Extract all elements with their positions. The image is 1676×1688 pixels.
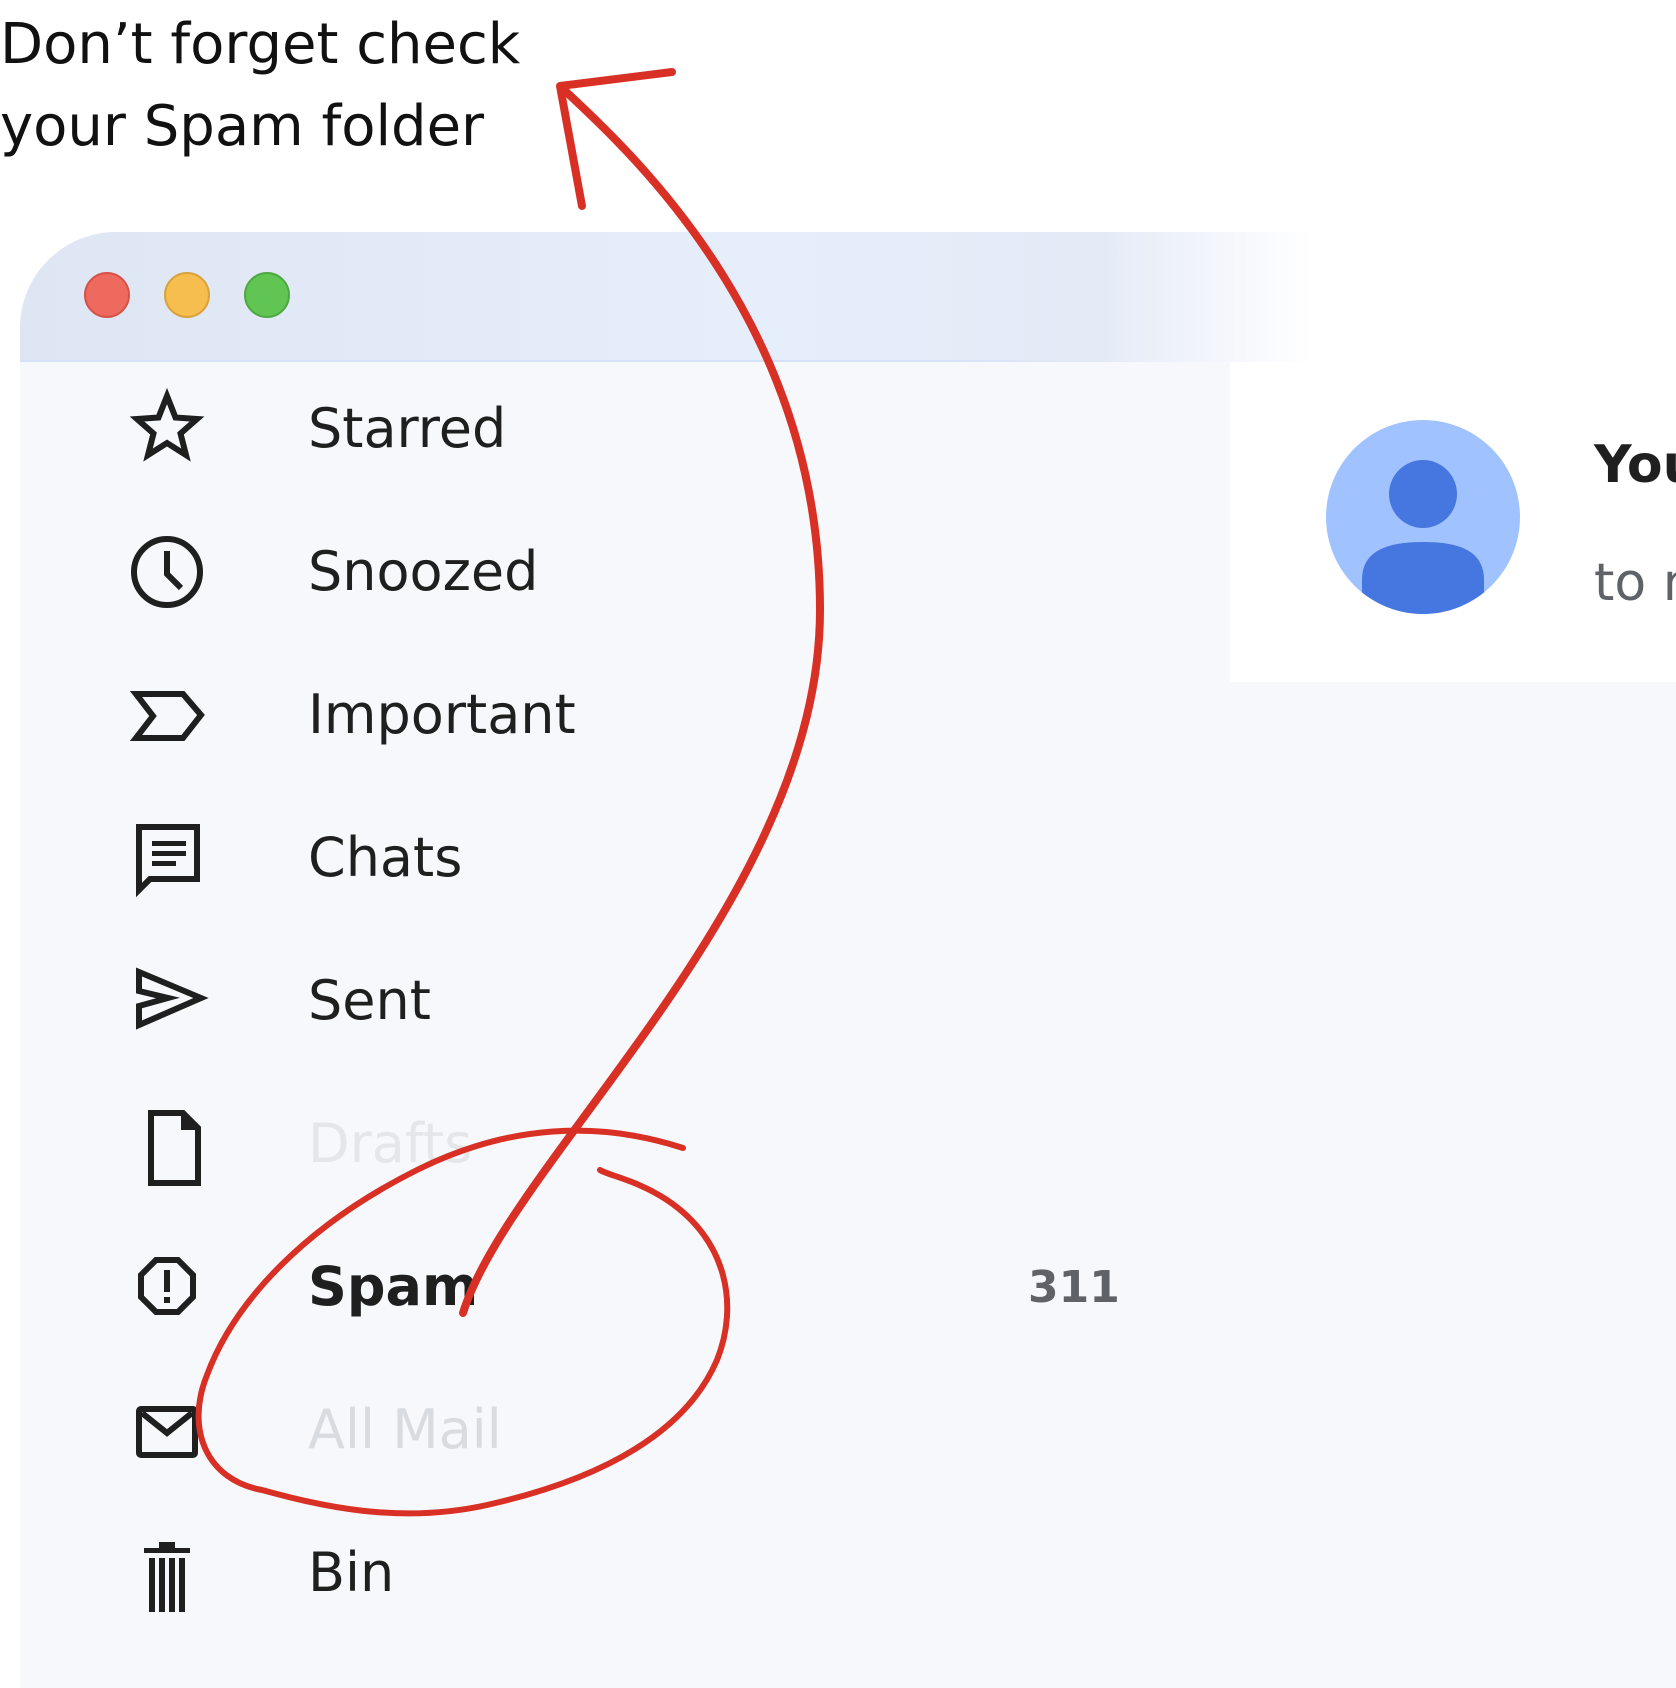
sidebar-item-label: Drafts <box>308 1112 473 1175</box>
sidebar-item-spam[interactable]: Spam 311 <box>20 1232 1228 1342</box>
sidebar-item-label: Starred <box>308 397 507 460</box>
title-bar <box>20 232 1676 362</box>
annotation-line-2: your Spam folder <box>0 94 485 159</box>
sidebar-item-important[interactable]: Important <box>20 660 1228 770</box>
sidebar-item-chats[interactable]: Chats <box>20 803 1228 913</box>
sidebar-item-label: Snoozed <box>308 540 539 603</box>
send-icon <box>122 956 212 1046</box>
mail-icon <box>122 1385 212 1475</box>
mail-window: Starred Snoozed Important Chats Sent Dra… <box>20 232 1676 1688</box>
star-icon <box>122 384 212 474</box>
sidebar-item-label: Chats <box>308 826 463 889</box>
clock-icon <box>122 527 212 617</box>
avatar <box>1326 420 1520 614</box>
unread-count-badge: 311 <box>1028 1262 1120 1313</box>
sidebar-item-snoozed[interactable]: Snoozed <box>20 517 1228 627</box>
sidebar-item-label: All Mail <box>308 1398 502 1461</box>
annotation-line-1: Don’t forget check <box>0 12 521 77</box>
email-recipient: to m <box>1594 553 1676 613</box>
sidebar: Starred Snoozed Important Chats Sent Dra… <box>20 362 1228 1688</box>
close-window-button[interactable] <box>84 272 130 318</box>
sidebar-item-label: Important <box>308 683 576 746</box>
email-sender: You <box>1594 435 1676 495</box>
spam-icon <box>122 1242 212 1332</box>
sidebar-item-starred[interactable]: Starred <box>20 374 1228 484</box>
sidebar-item-drafts[interactable]: Drafts <box>20 1089 1228 1199</box>
trash-icon <box>122 1528 212 1618</box>
sidebar-item-bin[interactable]: Bin <box>20 1518 1228 1628</box>
chat-icon <box>122 813 212 903</box>
zoom-window-button[interactable] <box>244 272 290 318</box>
email-header[interactable]: You to m <box>1230 362 1676 682</box>
sidebar-item-label: Spam <box>308 1255 479 1318</box>
draft-icon <box>122 1099 212 1189</box>
sidebar-item-label: Sent <box>308 969 431 1032</box>
annotation-note: Don’t forget check your Spam folder <box>0 4 520 168</box>
important-icon <box>122 670 212 760</box>
minimize-window-button[interactable] <box>164 272 210 318</box>
sidebar-item-label: Bin <box>308 1541 395 1604</box>
sidebar-item-sent[interactable]: Sent <box>20 946 1228 1056</box>
sidebar-item-all-mail[interactable]: All Mail <box>20 1375 1228 1485</box>
